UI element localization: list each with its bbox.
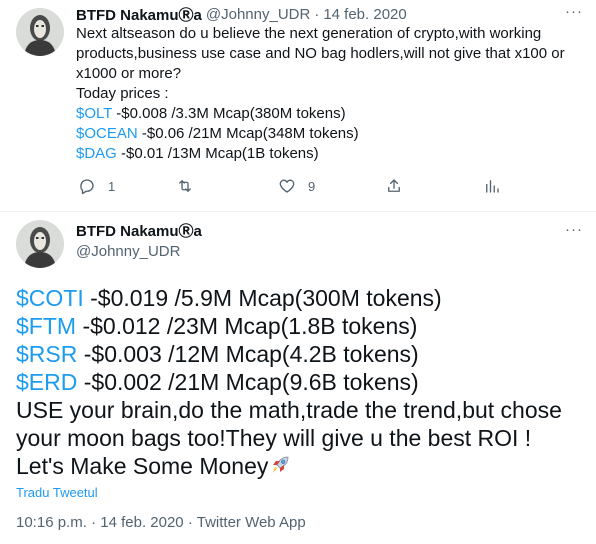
rocket-icon: [272, 456, 289, 473]
translate-tweet-link[interactable]: Tradu Tweetul: [16, 485, 98, 500]
price-line: $OLT -$0.008 /3.3M Mcap(380M tokens): [76, 104, 586, 124]
price-details: -$0.019 /5.9M Mcap(300M tokens): [83, 285, 442, 311]
tweet-meta: 10:16 p.m. · 14 feb. 2020 · Twitter Web …: [16, 514, 306, 531]
text-line: your moon bags too!They will give u the …: [16, 425, 532, 451]
user-handle[interactable]: @Johnny_UDR: [206, 6, 310, 23]
tweet-1[interactable]: BTFD NakamuⓇa @Johnny_UDR · 14 feb. 2020…: [0, 0, 596, 212]
text-line: USE your brain,do the math,trade the tre…: [16, 397, 562, 423]
avatar[interactable]: [16, 220, 64, 268]
avatar[interactable]: [16, 8, 64, 56]
price-line: $ERD -$0.002 /21M Mcap(9.6B tokens): [16, 368, 586, 396]
display-name[interactable]: BTFD NakamuⓇa: [76, 222, 202, 242]
tweet-actions: 1 9: [76, 176, 499, 196]
cashtag-link[interactable]: $OCEAN: [76, 125, 138, 142]
separator: ·: [187, 514, 193, 531]
reply-count: 1: [108, 178, 116, 194]
tweet-header: BTFD NakamuⓇa @Johnny_UDR · 14 feb. 2020: [76, 4, 407, 24]
share-button[interactable]: [385, 176, 403, 196]
closing-text: Let's Make Some Money: [16, 453, 269, 479]
retweet-button[interactable]: [176, 176, 194, 196]
price-line: $RSR -$0.003 /12M Mcap(4.2B tokens): [16, 340, 586, 368]
like-button[interactable]: 9: [278, 176, 315, 196]
share-icon: [388, 179, 400, 192]
prices-label: Today prices :: [76, 85, 169, 102]
cashtag-link[interactable]: $DAG: [76, 145, 117, 162]
price-details: -$0.06 /21M Mcap(348M tokens): [137, 125, 359, 142]
heart-icon: [279, 179, 295, 193]
tweet-date[interactable]: 14 feb. 2020: [100, 514, 183, 531]
avatar-image: [16, 220, 64, 268]
text-line: Let's Make Some Money: [16, 452, 586, 480]
cashtag-link[interactable]: $COTI: [16, 285, 84, 311]
tweet-text: Next altseason do u believe the next gen…: [76, 24, 586, 164]
retweet-icon: [179, 180, 191, 192]
tweet-date[interactable]: 14 feb. 2020: [323, 6, 406, 23]
price-line: $FTM -$0.012 /23M Mcap(1.8B tokens): [16, 312, 586, 340]
avatar-image: [16, 8, 64, 56]
analytics-button[interactable]: [483, 176, 501, 196]
cashtag-link[interactable]: $OLT: [76, 105, 112, 122]
reply-button[interactable]: 1: [78, 176, 115, 196]
text-line: x1000 or more?: [76, 65, 182, 82]
display-name[interactable]: BTFD NakamuⓇa: [76, 4, 202, 25]
tweet-time[interactable]: 10:16 p.m.: [16, 514, 87, 531]
cashtag-link[interactable]: $ERD: [16, 369, 77, 395]
price-line: $DAG -$0.01 /13M Mcap(1B tokens): [76, 144, 586, 164]
cashtag-link[interactable]: $FTM: [16, 313, 76, 339]
user-handle[interactable]: @Johnny_UDR: [76, 242, 180, 262]
price-details: -$0.008 /3.3M Mcap(380M tokens): [112, 105, 346, 122]
price-details: -$0.003 /12M Mcap(4.2B tokens): [77, 341, 419, 367]
price-line: $OCEAN -$0.06 /21M Mcap(348M tokens): [76, 124, 586, 144]
text-line: products,business use case and NO bag ho…: [76, 45, 565, 62]
like-count: 9: [308, 178, 316, 194]
price-line: $COTI -$0.019 /5.9M Mcap(300M tokens): [16, 284, 586, 312]
reply-icon: [80, 179, 94, 195]
separator: ·: [314, 5, 320, 23]
text-line: Next altseason do u believe the next gen…: [76, 25, 542, 42]
more-options-icon[interactable]: ···: [564, 2, 584, 22]
analytics-icon: [486, 180, 499, 193]
price-details: -$0.01 /13M Mcap(1B tokens): [116, 145, 319, 162]
price-details: -$0.002 /21M Mcap(9.6B tokens): [77, 369, 419, 395]
separator: ·: [91, 514, 97, 531]
tweet-text: $COTI -$0.019 /5.9M Mcap(300M tokens) $F…: [16, 284, 586, 480]
more-options-icon[interactable]: ···: [564, 220, 584, 240]
price-details: -$0.012 /23M Mcap(1.8B tokens): [76, 313, 418, 339]
tweet-client[interactable]: Twitter Web App: [197, 514, 306, 531]
cashtag-link[interactable]: $RSR: [16, 341, 77, 367]
